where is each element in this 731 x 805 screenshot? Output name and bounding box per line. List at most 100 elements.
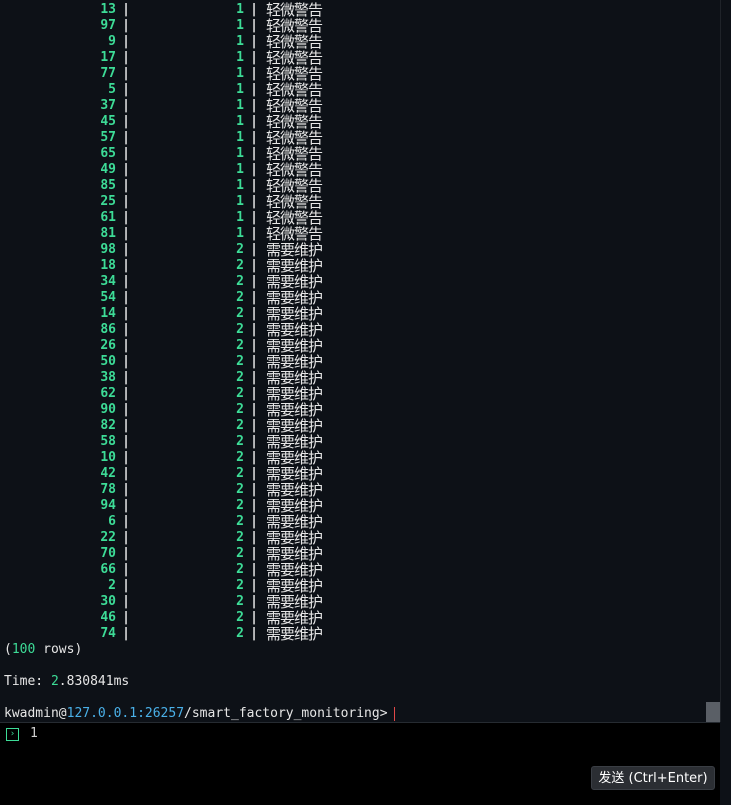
column-separator: | bbox=[122, 530, 130, 545]
cell-status: 需要维护 bbox=[266, 417, 323, 435]
table-row: 61 | 1 | 轻微警告 bbox=[0, 210, 720, 226]
column-separator: | bbox=[250, 610, 258, 625]
table-row: 17 | 1 | 轻微警告 bbox=[0, 50, 720, 66]
column-separator: | bbox=[250, 450, 258, 465]
cell-status: 轻微警告 bbox=[266, 1, 323, 19]
table-row: 37 | 1 | 轻微警告 bbox=[0, 98, 720, 114]
cell-id: 26 bbox=[100, 338, 116, 353]
row-count-value: 100 bbox=[11, 642, 36, 657]
column-separator: | bbox=[122, 130, 130, 145]
cell-status: 轻微警告 bbox=[266, 225, 323, 243]
cell-id: 78 bbox=[100, 482, 116, 497]
cell-id: 90 bbox=[100, 402, 116, 417]
cell-level: 1 bbox=[236, 98, 244, 113]
cell-level: 1 bbox=[236, 82, 244, 97]
column-separator: | bbox=[250, 98, 258, 113]
cell-id: 9 bbox=[108, 34, 116, 49]
cell-id: 81 bbox=[100, 226, 116, 241]
scrollbar-track[interactable] bbox=[720, 0, 731, 722]
cell-level: 2 bbox=[236, 290, 244, 305]
cell-level: 2 bbox=[236, 386, 244, 401]
cell-level: 2 bbox=[236, 530, 244, 545]
column-separator: | bbox=[122, 2, 130, 17]
table-row: 70 | 2 | 需要维护 bbox=[0, 546, 720, 562]
table-row: 74 | 2 | 需要维护 bbox=[0, 626, 720, 642]
cell-level: 2 bbox=[236, 242, 244, 257]
table-row: 65 | 1 | 轻微警告 bbox=[0, 146, 720, 162]
cell-status: 需要维护 bbox=[266, 289, 323, 307]
cell-id: 5 bbox=[108, 82, 116, 97]
column-separator: | bbox=[250, 178, 258, 193]
column-separator: | bbox=[122, 434, 130, 449]
cell-id: 18 bbox=[100, 258, 116, 273]
cell-level: 2 bbox=[236, 306, 244, 321]
cell-level: 2 bbox=[236, 258, 244, 273]
column-separator: | bbox=[250, 402, 258, 417]
column-separator: | bbox=[250, 242, 258, 257]
column-separator: | bbox=[122, 178, 130, 193]
table-row: 46 | 2 | 需要维护 bbox=[0, 610, 720, 626]
column-separator: | bbox=[250, 2, 258, 17]
cell-level: 2 bbox=[236, 514, 244, 529]
cell-id: 85 bbox=[100, 178, 116, 193]
cell-status: 需要维护 bbox=[266, 241, 323, 259]
column-separator: | bbox=[250, 626, 258, 641]
scrollbar-thumb[interactable] bbox=[706, 702, 720, 722]
cell-level: 2 bbox=[236, 338, 244, 353]
column-separator: | bbox=[122, 402, 130, 417]
column-separator: | bbox=[122, 466, 130, 481]
cell-level: 1 bbox=[236, 226, 244, 241]
column-separator: | bbox=[122, 146, 130, 161]
cell-status: 轻微警告 bbox=[266, 209, 323, 227]
table-row: 22 | 2 | 需要维护 bbox=[0, 530, 720, 546]
cell-id: 82 bbox=[100, 418, 116, 433]
cell-status: 轻微警告 bbox=[266, 161, 323, 179]
cell-id: 58 bbox=[100, 434, 116, 449]
cell-id: 50 bbox=[100, 354, 116, 369]
table-row: 58 | 2 | 需要维护 bbox=[0, 434, 720, 450]
table-row: 94 | 2 | 需要维护 bbox=[0, 498, 720, 514]
terminal-output[interactable]: 13 | 1 | 轻微警告 97 | 1 | 轻微警告 9 | 1 | 轻微警告 17 | 1 | 轻微警告 77 | 1 |… bbox=[0, 0, 720, 722]
shell-prompt: kwadmin@127.0.0.1:26257/smart_factory_mo… bbox=[4, 706, 395, 722]
cell-status: 需要维护 bbox=[266, 577, 323, 595]
command-input[interactable]: 1 bbox=[30, 726, 38, 741]
send-button[interactable]: 发送 (Ctrl+Enter) bbox=[591, 766, 715, 790]
cell-id: 66 bbox=[100, 562, 116, 577]
column-separator: | bbox=[122, 322, 130, 337]
column-separator: | bbox=[250, 514, 258, 529]
column-separator: | bbox=[250, 594, 258, 609]
column-separator: | bbox=[122, 578, 130, 593]
input-area-edge bbox=[720, 722, 731, 805]
cell-status: 需要维护 bbox=[266, 545, 323, 563]
table-row: 6 | 2 | 需要维护 bbox=[0, 514, 720, 530]
table-row: 34 | 2 | 需要维护 bbox=[0, 274, 720, 290]
row-count-label: rows) bbox=[35, 642, 83, 657]
cell-level: 1 bbox=[236, 66, 244, 81]
column-separator: | bbox=[122, 610, 130, 625]
cell-id: 65 bbox=[100, 146, 116, 161]
column-separator: | bbox=[122, 514, 130, 529]
column-separator: | bbox=[250, 82, 258, 97]
cell-level: 2 bbox=[236, 546, 244, 561]
cell-status: 需要维护 bbox=[266, 625, 323, 643]
table-row: 10 | 2 | 需要维护 bbox=[0, 450, 720, 466]
cell-level: 2 bbox=[236, 450, 244, 465]
command-input-area[interactable]: › 1 bbox=[0, 722, 720, 805]
column-separator: | bbox=[122, 82, 130, 97]
cell-level: 2 bbox=[236, 418, 244, 433]
column-separator: | bbox=[122, 562, 130, 577]
cell-id: 98 bbox=[100, 242, 116, 257]
column-separator: | bbox=[122, 290, 130, 305]
cell-level: 1 bbox=[236, 178, 244, 193]
cell-status: 需要维护 bbox=[266, 305, 323, 323]
cell-level: 1 bbox=[236, 2, 244, 17]
table-row: 13 | 1 | 轻微警告 bbox=[0, 2, 720, 18]
column-separator: | bbox=[122, 498, 130, 513]
cell-id: 70 bbox=[100, 546, 116, 561]
cell-id: 94 bbox=[100, 498, 116, 513]
cell-status: 需要维护 bbox=[266, 497, 323, 515]
column-separator: | bbox=[250, 322, 258, 337]
table-row: 77 | 1 | 轻微警告 bbox=[0, 66, 720, 82]
cell-level: 2 bbox=[236, 594, 244, 609]
cell-status: 需要维护 bbox=[266, 353, 323, 371]
